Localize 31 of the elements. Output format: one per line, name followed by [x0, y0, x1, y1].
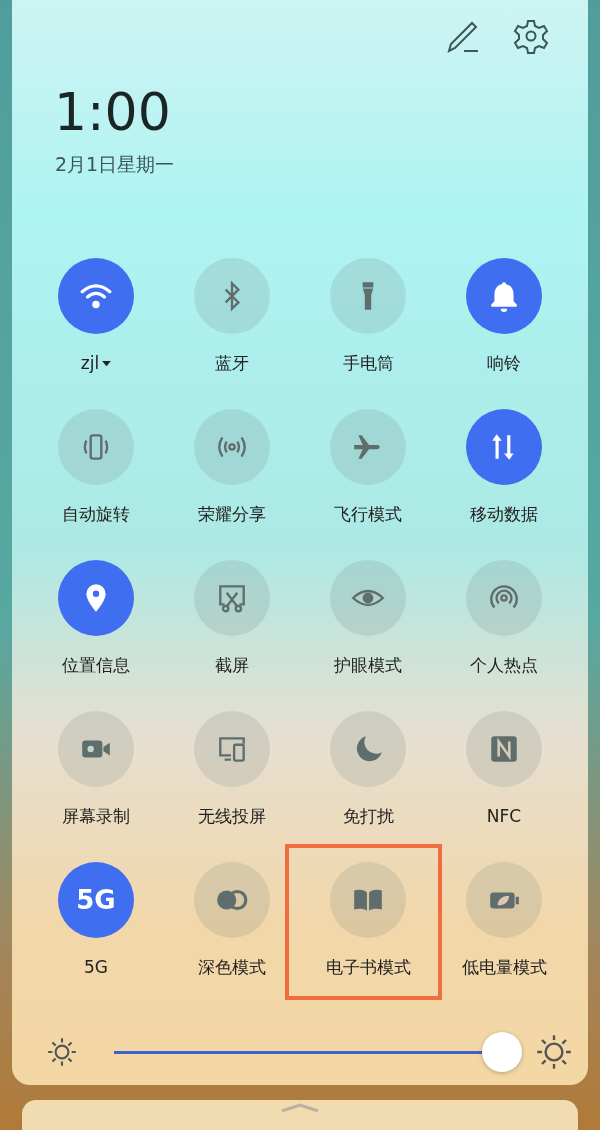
toggle-label: 个人热点 [470, 653, 538, 677]
toggle-label: zjl [80, 353, 100, 373]
toggle-label: 免打扰 [342, 804, 394, 828]
toggle-label: 无线投屏 [198, 804, 266, 828]
clock-time: 1:00 [54, 84, 172, 140]
toggle-label: 低电量模式 [461, 955, 547, 979]
toggle-label: 截屏 [215, 653, 249, 677]
brightness-slider[interactable] [114, 1032, 522, 1072]
settings-icon[interactable] [513, 18, 549, 54]
toggle-label: 深色模式 [198, 955, 266, 979]
toggle-label: 屏幕录制 [62, 804, 130, 828]
toggle-label: 电子书模式 [325, 955, 411, 979]
dim-brightness-icon [46, 1036, 78, 1068]
caret-icon[interactable] [102, 359, 112, 367]
toggle-label: 自动旋转 [62, 502, 130, 526]
toggle-label: 响铃 [487, 351, 521, 375]
bright-brightness-icon [536, 1034, 572, 1070]
toggle-label: NFC [486, 806, 522, 826]
date-text: 2月1日星期一 [55, 152, 176, 177]
toggle-label: 护眼模式 [334, 653, 402, 677]
toggle-label: 位置信息 [62, 653, 130, 677]
toggle-label: 手电筒 [342, 351, 394, 375]
toggle-label: 移动数据 [470, 502, 538, 526]
toggle-label: 5G [84, 957, 108, 977]
toggle-button[interactable]: 5G [58, 862, 134, 938]
collapse-handle-icon[interactable] [280, 1102, 320, 1112]
toggle-label: 荣耀分享 [198, 502, 266, 526]
toggle-label: 蓝牙 [215, 351, 249, 375]
toggle-glyph: 5G [76, 885, 116, 915]
slider-thumb[interactable] [482, 1032, 522, 1072]
toggle-label: 飞行模式 [334, 502, 402, 526]
